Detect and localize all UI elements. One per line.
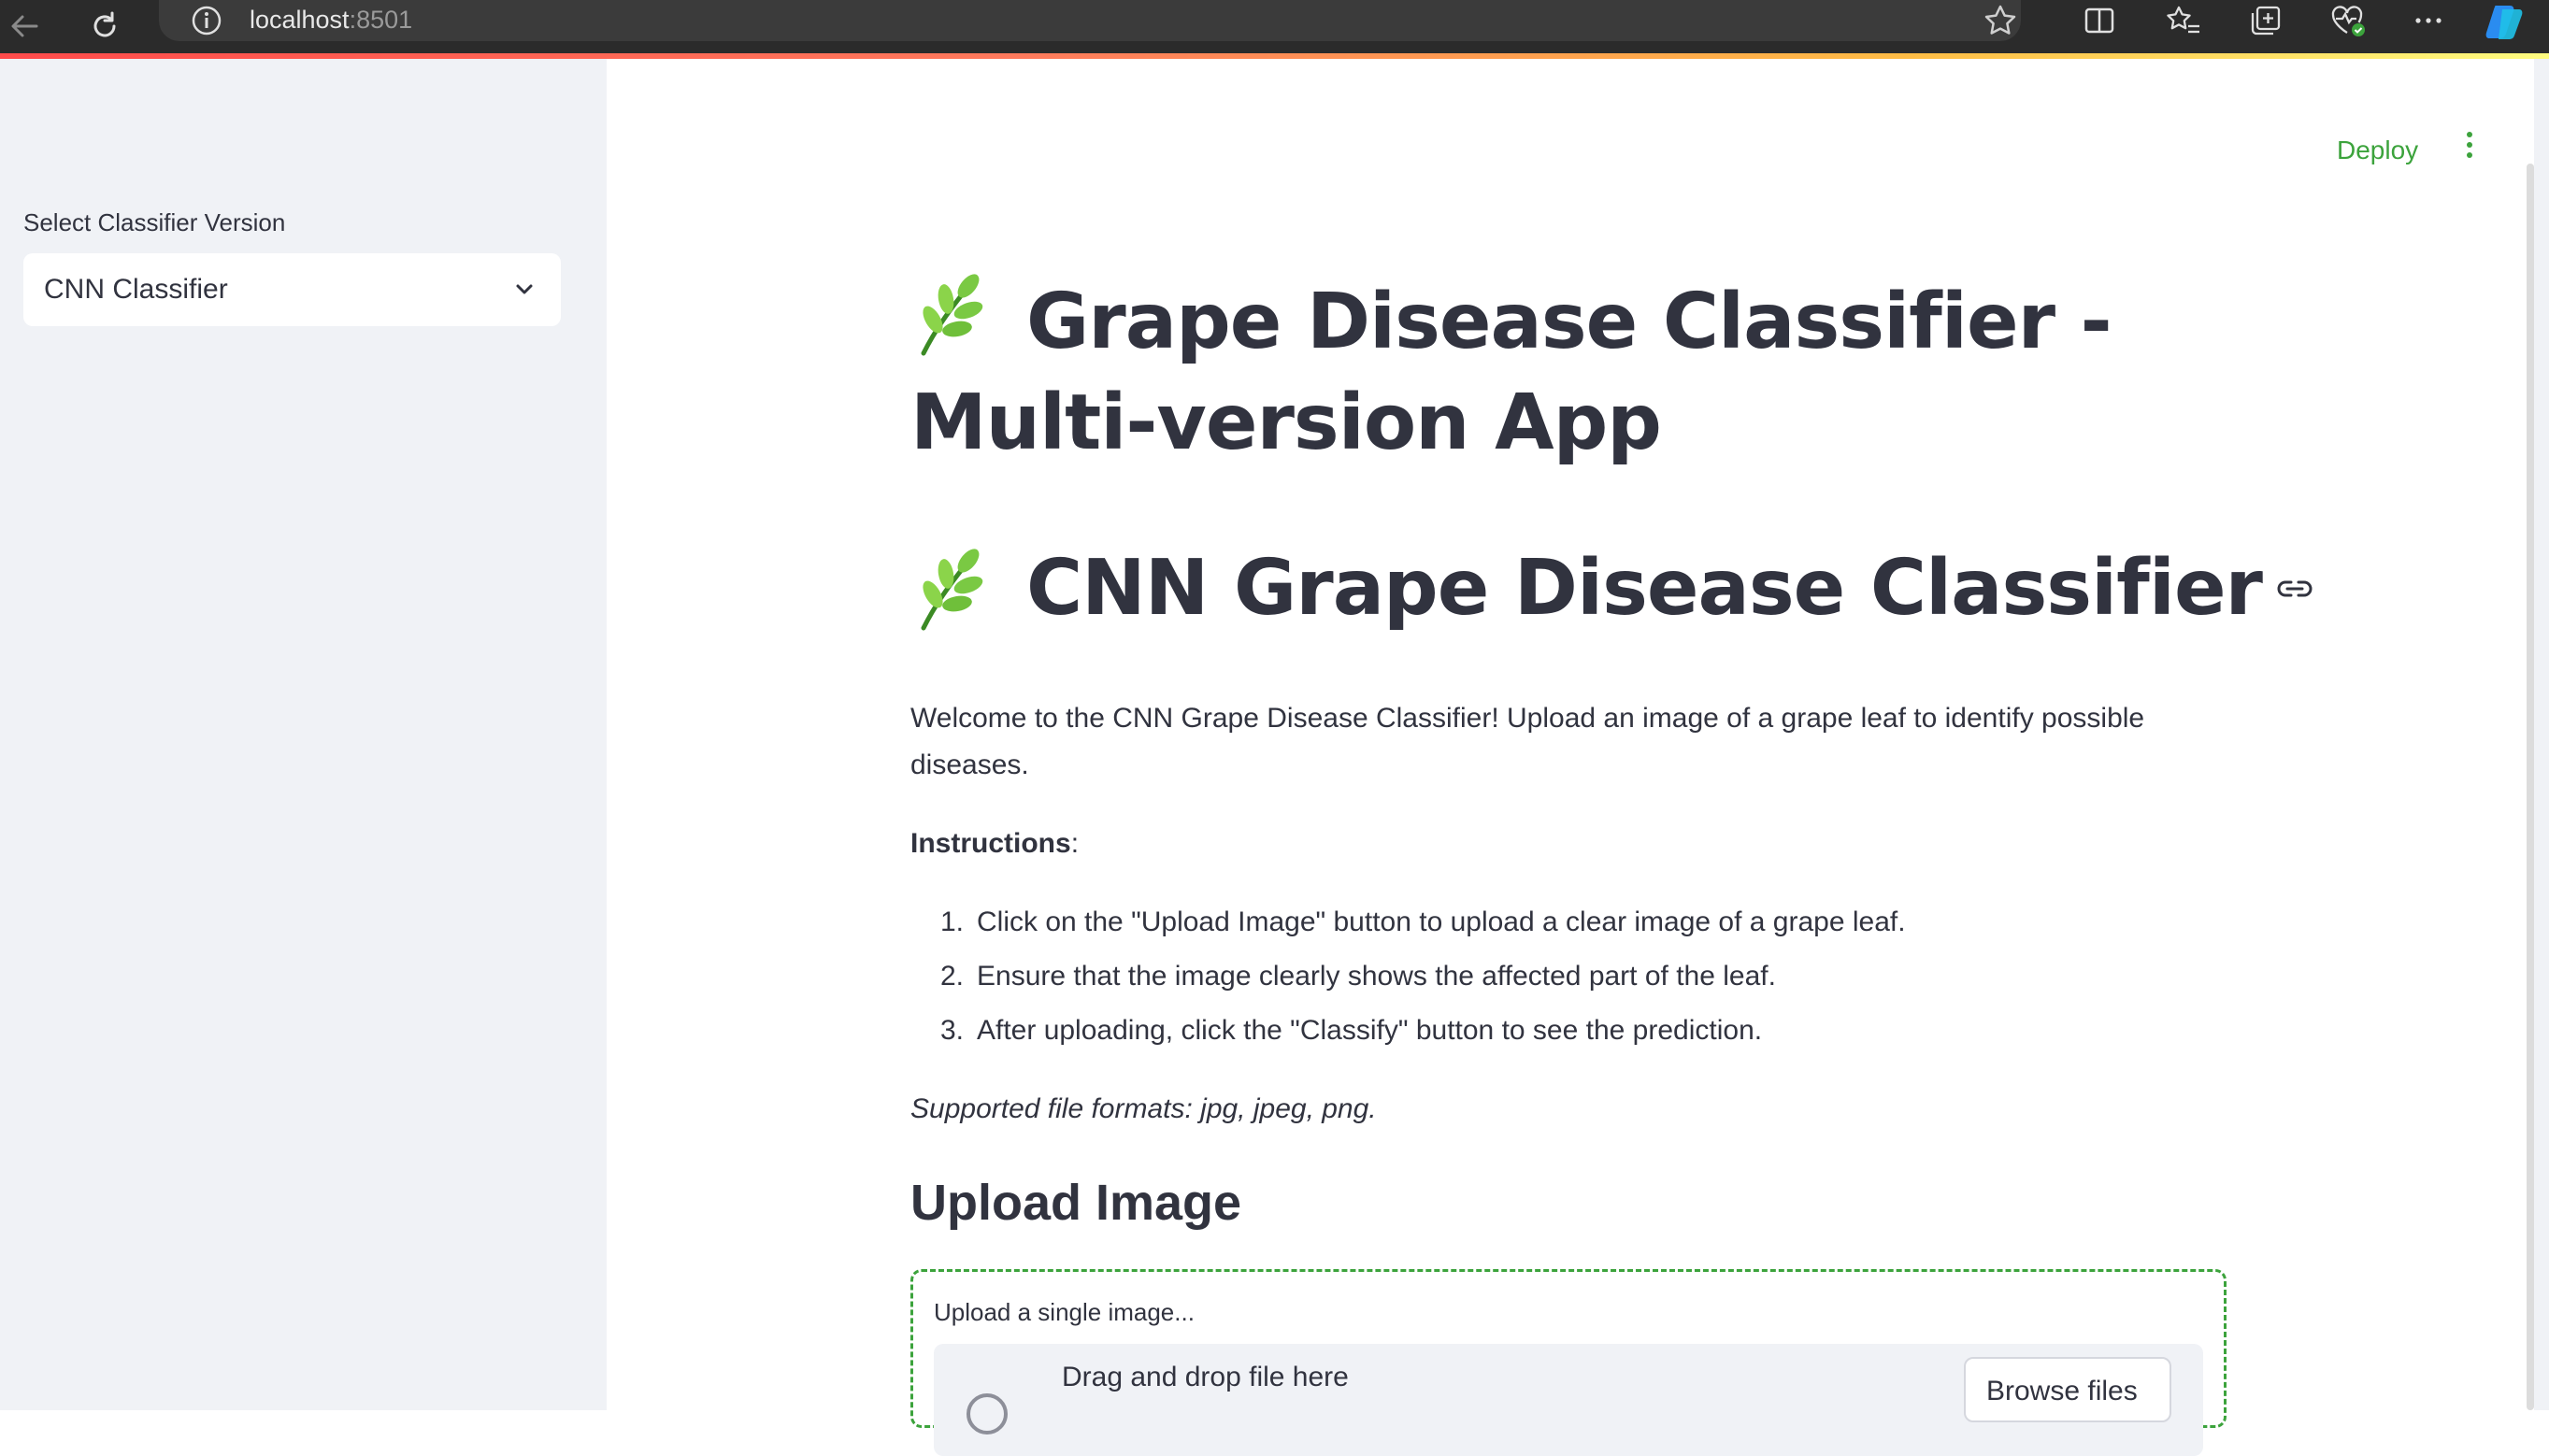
back-arrow-icon[interactable] [6,7,43,45]
leaf-emoji-icon [921,549,983,631]
copilot-icon[interactable] [2482,0,2528,43]
window-edge [2534,59,2549,1410]
info-icon[interactable] [190,4,223,37]
browser-toolbar: localhost:8501 [0,0,2549,53]
browser-essentials-icon[interactable] [2329,2,2367,39]
classifier-select-label: Select Classifier Version [23,208,286,236]
instruction-item: 2. Ensure that the image clearly shows th… [939,961,1776,992]
instruction-item: 1. Click on the "Upload Image" button to … [939,906,1906,937]
upload-heading: Upload Image [910,1175,1242,1231]
url-text: localhost:8501 [250,6,413,34]
favorites-icon[interactable] [2165,2,2202,39]
uploader-label: Upload a single image... [934,1298,1195,1326]
file-uploader: Upload a single image... Drag and drop f… [910,1269,2227,1456]
page-title-text: Grape Disease Classifier - Multi-version… [910,278,2112,467]
more-icon[interactable] [2410,2,2447,39]
link-icon[interactable] [2275,575,2314,603]
page-title: Grape Disease Classifier - Multi-version… [910,271,2238,474]
chevron-down-icon[interactable] [512,278,537,302]
browse-files-button[interactable]: Browse files [1964,1357,2171,1422]
welcome-text: Welcome to the CNN Grape Disease Classif… [910,703,2145,780]
instructions-title: Instructions: [910,828,1080,859]
kebab-menu-icon[interactable] [2457,126,2482,164]
dropzone[interactable]: Drag and drop file here Browse files [934,1344,2203,1456]
split-screen-icon[interactable] [2081,2,2118,39]
cloud-upload-icon [967,1393,1008,1435]
leaf-emoji-icon [921,274,983,356]
classifier-heading: CNN Grape Disease Classifier [910,537,2314,640]
address-bar[interactable]: localhost:8501 [159,0,2021,41]
collections-icon[interactable] [2247,2,2284,39]
classifier-heading-text: CNN Grape Disease Classifier [1026,544,2263,633]
dropzone-text: Drag and drop file here [1062,1362,1349,1392]
star-icon[interactable] [1982,2,2019,39]
deploy-button[interactable]: Deploy [2337,136,2418,165]
classifier-version-select[interactable]: CNN Classifier [23,253,561,326]
instruction-item: 3. After uploading, click the "Classify" … [939,1015,1763,1046]
sidebar: Select Classifier Version CNN Classifier [0,59,607,1410]
scrollbar[interactable] [2527,164,2534,1410]
supported-formats-note: Supported file formats: jpg, jpeg, png. [910,1093,1377,1124]
select-value: CNN Classifier [44,274,228,305]
reload-icon[interactable] [86,7,123,45]
